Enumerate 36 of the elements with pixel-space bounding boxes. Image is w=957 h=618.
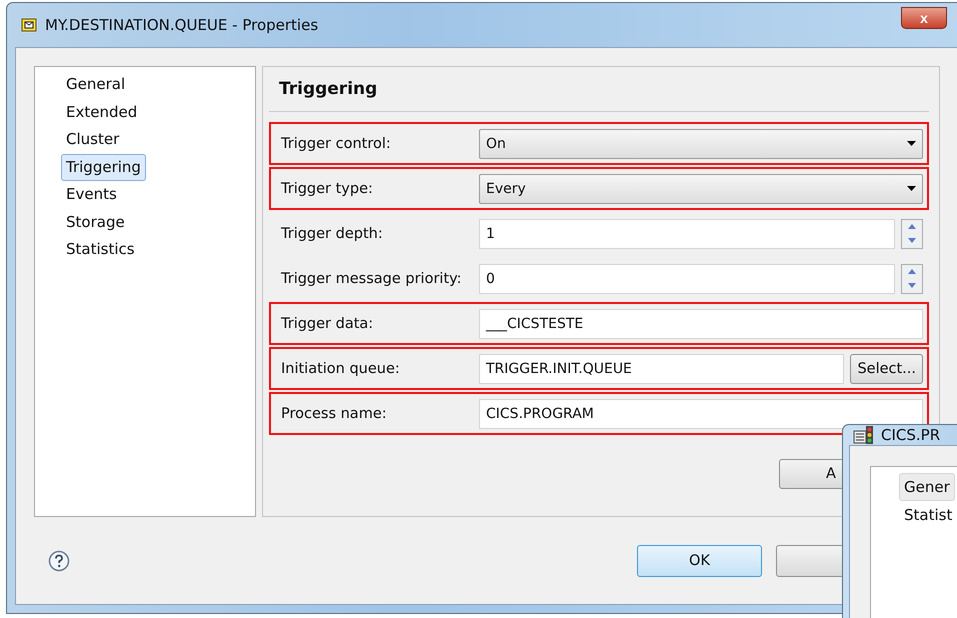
sidebar-item[interactable]: Statist (899, 501, 957, 529)
field-label: Trigger data: (281, 316, 374, 332)
sidebar-item[interactable]: Gener (899, 473, 955, 501)
field-label: Trigger message priority: (281, 270, 463, 286)
sidebar-item[interactable]: Cluster (61, 126, 124, 154)
spinner-buttons[interactable] (901, 264, 923, 294)
sidebar-item[interactable]: Triggering (61, 154, 146, 181)
sidebar-item[interactable]: General (61, 71, 130, 98)
section-heading: Triggering (278, 79, 378, 101)
spinner-buttons[interactable] (901, 218, 923, 248)
select-button[interactable]: Select... (850, 354, 923, 384)
text-field[interactable]: CICS.PROGRAM (479, 398, 923, 428)
field-label: Trigger type: (281, 180, 374, 196)
sidebar-item[interactable]: Statistics (61, 236, 140, 264)
caret-icon (907, 141, 916, 146)
help-icon[interactable] (48, 550, 70, 572)
field-label: Trigger depth: (281, 226, 384, 242)
close-button[interactable]: x (901, 7, 947, 29)
window-title: MY.DESTINATION.QUEUE - Properties (45, 16, 318, 34)
sidebar-item[interactable]: Extended (61, 98, 142, 126)
envelope-icon (21, 18, 37, 32)
traffic-light-icon (853, 425, 875, 445)
field-label: Process name: (281, 406, 388, 422)
field-label: Trigger control: (281, 136, 392, 152)
number-field[interactable]: 1 (479, 218, 895, 248)
text-field[interactable]: ___CICSTESTE (479, 308, 923, 338)
sidebar-item[interactable]: Storage (61, 208, 130, 236)
dropdown[interactable]: Every (479, 174, 923, 204)
field-label: Initiation queue: (281, 360, 401, 376)
ok-button[interactable]: OK (637, 544, 762, 576)
caret-icon (907, 186, 916, 191)
window-title: CICS.PR (881, 426, 940, 444)
number-field[interactable]: 0 (479, 264, 895, 294)
sidebar-item[interactable]: Events (61, 181, 122, 208)
text-field[interactable]: TRIGGER.INIT.QUEUE (479, 354, 844, 384)
dropdown[interactable]: On (479, 128, 923, 158)
